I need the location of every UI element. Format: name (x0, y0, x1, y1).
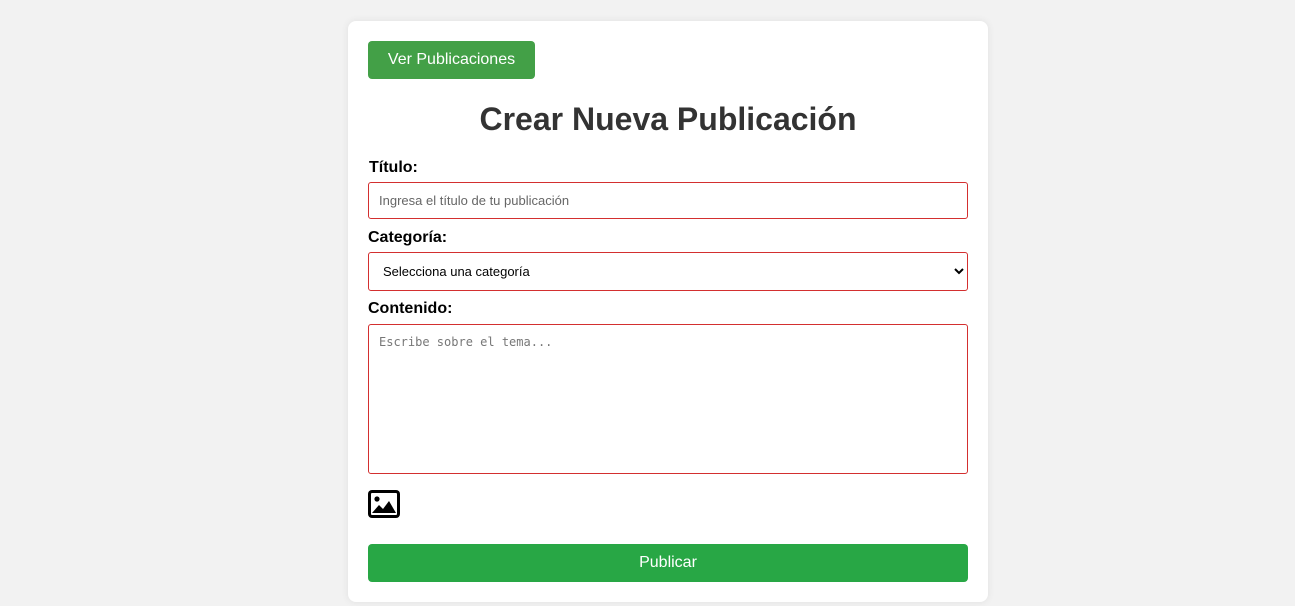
category-label: Categoría: (368, 229, 448, 246)
content-textarea[interactable] (368, 324, 968, 474)
title-input[interactable] (368, 182, 968, 219)
image-upload-button[interactable] (368, 490, 400, 518)
post-form-card: Ver Publicaciones Crear Nueva Publicació… (348, 21, 988, 602)
category-select[interactable]: Selecciona una categoría (368, 252, 968, 291)
content-label: Contenido: (368, 300, 453, 317)
view-posts-button[interactable]: Ver Publicaciones (368, 41, 535, 79)
title-label: Título: (369, 159, 418, 176)
publish-button[interactable]: Publicar (368, 544, 968, 582)
page-title: Crear Nueva Publicación (479, 101, 857, 137)
image-icon (368, 490, 400, 518)
